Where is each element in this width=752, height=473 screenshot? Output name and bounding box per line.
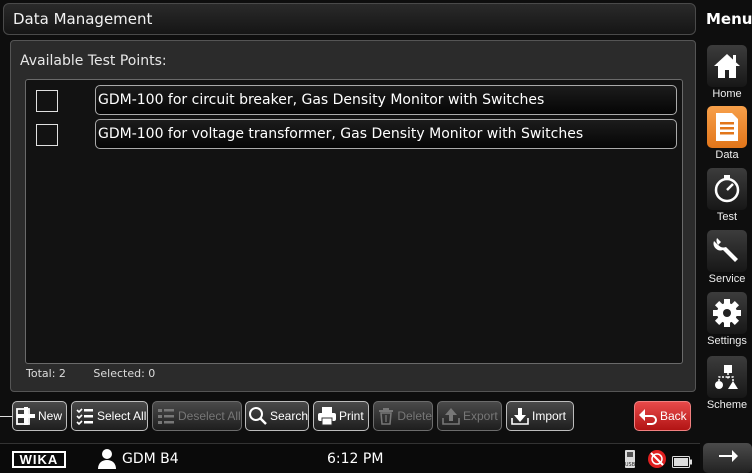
export-label: Export: [463, 409, 498, 423]
search-label: Search: [269, 409, 308, 423]
download-icon: [509, 405, 531, 427]
test-points-panel: Available Test Points: GDM-100 for circu…: [10, 40, 696, 392]
gauge-icon: [707, 168, 747, 210]
usb-icon: USB: [624, 449, 636, 473]
sidebar-label: Test: [716, 211, 738, 223]
app-screen: Data Management Available Test Points: G…: [0, 0, 752, 473]
trash-icon: [376, 405, 396, 427]
wika-logo: WIKA: [12, 451, 66, 468]
print-button[interactable]: Print: [313, 401, 369, 431]
back-button[interactable]: Back: [634, 401, 691, 431]
selected-count: Selected: 0: [93, 367, 156, 380]
list-item[interactable]: GDM-100 for voltage transformer, Gas Den…: [26, 119, 682, 149]
home-icon: [707, 45, 747, 87]
delete-label: Delete: [397, 409, 432, 423]
test-point-label: GDM-100 for voltage transformer, Gas Den…: [98, 126, 584, 142]
list-icon: [155, 405, 177, 427]
import-label: Import: [532, 409, 567, 423]
document-icon: [707, 106, 747, 148]
sidebar-label: Scheme: [706, 399, 748, 411]
menu-title: Menu: [706, 10, 752, 28]
scheme-icon: [707, 356, 747, 398]
item-checkbox[interactable]: [36, 90, 58, 112]
sidebar-item-settings[interactable]: Settings: [702, 292, 752, 352]
status-bar: WIKA GDM B4 6:12 PM USB: [0, 443, 700, 473]
user-icon: [97, 448, 117, 470]
select-all-label: Select All: [97, 409, 147, 423]
item-checkbox[interactable]: [36, 124, 58, 146]
back-label: Back: [660, 409, 687, 423]
pointer-line: [0, 416, 12, 417]
page-title: Data Management: [13, 10, 153, 28]
checklist-icon: [74, 405, 96, 427]
new-label: New: [38, 409, 63, 423]
svg-text:USB: USB: [625, 462, 636, 468]
test-point-item[interactable]: GDM-100 for circuit breaker, Gas Density…: [95, 85, 677, 115]
next-page-button[interactable]: [703, 443, 752, 473]
print-label: Print: [339, 409, 364, 423]
deselect-all-label: Deselect All: [178, 409, 241, 423]
add-icon: [15, 405, 37, 427]
search-icon: [248, 405, 269, 427]
device-name: GDM B4: [122, 451, 179, 467]
test-points-list[interactable]: GDM-100 for circuit breaker, Gas Density…: [25, 79, 683, 364]
list-item[interactable]: GDM-100 for circuit breaker, Gas Density…: [26, 85, 682, 115]
battery-icon: [672, 453, 692, 472]
sidebar-label: Service: [708, 273, 746, 285]
gear-icon: [707, 292, 747, 334]
toolbar: New Select All Deselect All Search Print: [12, 399, 696, 433]
total-count: Total: 2: [26, 367, 66, 380]
new-button[interactable]: New: [12, 401, 67, 431]
search-button[interactable]: Search: [245, 401, 309, 431]
select-all-button[interactable]: Select All: [71, 401, 148, 431]
clock: 6:12 PM: [327, 451, 384, 467]
delete-button[interactable]: Delete: [373, 401, 433, 431]
deselect-all-button[interactable]: Deselect All: [152, 401, 242, 431]
sidebar-item-service[interactable]: Service: [702, 230, 752, 290]
arrow-right-icon: [718, 448, 738, 468]
sidebar-label: Data: [715, 149, 739, 161]
wrench-icon: [707, 230, 747, 272]
export-button[interactable]: Export: [437, 401, 502, 431]
title-bar: Data Management: [3, 3, 696, 35]
upload-icon: [440, 405, 462, 427]
sidebar-item-home[interactable]: Home: [702, 45, 752, 105]
list-stats: Total: 2 Selected: 0: [26, 367, 179, 380]
no-connection-icon: [647, 449, 667, 473]
sidebar-item-data[interactable]: Data: [702, 106, 752, 166]
back-arrow-icon: [637, 405, 659, 427]
sidebar-label: Settings: [707, 335, 747, 347]
printer-icon: [316, 405, 338, 427]
sidebar-item-scheme[interactable]: Scheme: [702, 356, 752, 416]
test-point-item[interactable]: GDM-100 for voltage transformer, Gas Den…: [95, 119, 677, 149]
sidebar-label: Home: [712, 88, 742, 100]
available-test-points-label: Available Test Points:: [20, 53, 167, 69]
test-point-label: GDM-100 for circuit breaker, Gas Density…: [98, 92, 545, 108]
sidebar-item-test[interactable]: Test: [702, 168, 752, 228]
import-button[interactable]: Import: [506, 401, 574, 431]
